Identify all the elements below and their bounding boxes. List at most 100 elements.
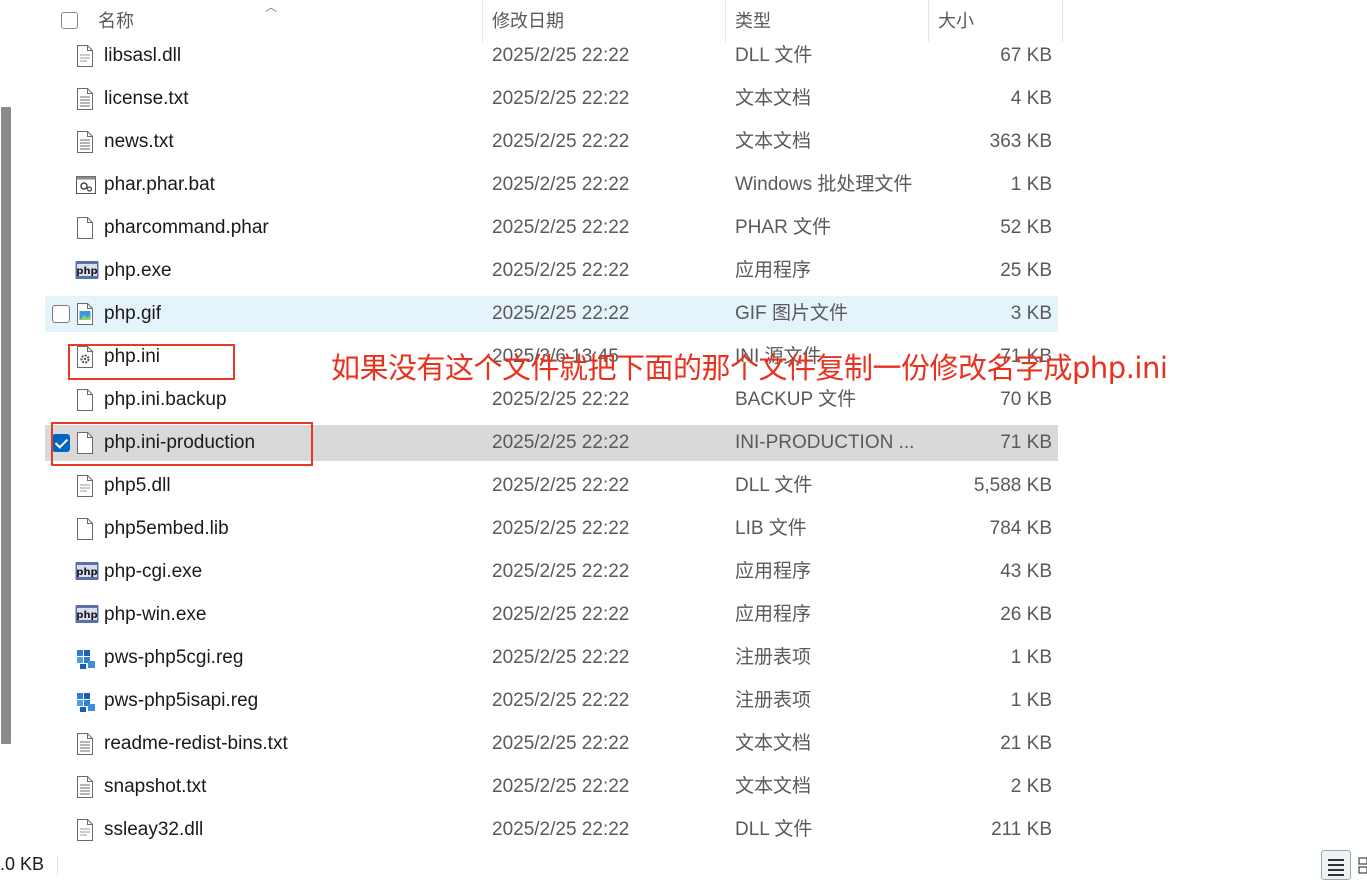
file-size: 3 KB [1010, 303, 1052, 324]
file-size: 784 KB [989, 518, 1052, 539]
file-type: BACKUP 文件 [735, 389, 857, 410]
file-row[interactable]: libsasl.dll 2025/2/25 22:22 DLL 文件 67 KB [45, 38, 1058, 74]
file-size: 1 KB [1010, 690, 1052, 711]
file-date: 2025/2/25 22:22 [492, 647, 630, 668]
svg-text:php: php [76, 266, 97, 277]
php-exe-icon: php [75, 259, 99, 283]
file-row[interactable]: ssleay32.dll 2025/2/25 22:22 DLL 文件 211 KB [45, 812, 1058, 848]
file-row[interactable]: php.ini.backup 2025/2/25 22:22 BACKUP 文件 70… [45, 382, 1058, 418]
file-size: 25 KB [1000, 260, 1052, 281]
file-name: php.gif [104, 303, 162, 324]
file-name: pharcommand.phar [104, 217, 269, 238]
file-size: 43 KB [1000, 561, 1052, 582]
file-name: ssleay32.dll [104, 819, 204, 840]
annotation-text: 如果没有这个文件就把下面的那个文件复制一份修改名字成php.ini [331, 351, 1168, 385]
column-divider[interactable] [928, 0, 929, 42]
file-size: 71 KB [1000, 432, 1052, 453]
file-type: DLL 文件 [735, 475, 813, 496]
php-exe-icon: php [75, 603, 99, 627]
file-name: readme-redist-bins.txt [104, 733, 288, 754]
file-row[interactable]: snapshot.txt 2025/2/25 22:22 文本文档 2 KB [45, 769, 1058, 805]
registry-file-icon [75, 646, 95, 670]
file-date: 2025/2/25 22:22 [492, 690, 630, 711]
file-type: 应用程序 [735, 604, 812, 625]
status-divider [57, 855, 58, 875]
file-row[interactable]: readme-redist-bins.txt 2025/2/25 22:22 文本文… [45, 726, 1058, 762]
file-name: snapshot.txt [104, 776, 207, 797]
file-row[interactable]: php php-cgi.exe 2025/2/25 22:22 应用程序 43 KB [45, 554, 1058, 590]
file-type: INI-PRODUCTION ... [735, 432, 915, 453]
svg-text:php: php [76, 610, 97, 621]
file-date: 2025/2/25 22:22 [492, 776, 630, 797]
file-type: 应用程序 [735, 260, 812, 281]
column-divider[interactable] [482, 0, 483, 42]
file-row[interactable]: php php-win.exe 2025/2/25 22:22 应用程序 26 KB [45, 597, 1058, 633]
file-date: 2025/2/25 22:22 [492, 88, 630, 109]
file-date: 2025/2/25 22:22 [492, 260, 630, 281]
file-date: 2025/2/25 22:22 [492, 303, 630, 324]
registry-file-icon [75, 689, 95, 713]
file-date: 2025/2/25 22:22 [492, 561, 630, 582]
column-divider[interactable] [1062, 0, 1063, 42]
file-size: 26 KB [1000, 604, 1052, 625]
highlight-box-php-ini-production [51, 422, 313, 466]
status-selection-size: .0 KB [0, 854, 45, 874]
file-size: 1 KB [1010, 647, 1052, 668]
batch-file-icon [75, 173, 96, 197]
file-date: 2025/2/25 22:22 [492, 217, 630, 238]
tiles-view-button[interactable] [1357, 850, 1367, 880]
file-type: 文本文档 [735, 776, 812, 797]
file-type: LIB 文件 [735, 518, 807, 539]
file-name: phar.phar.bat [104, 174, 215, 195]
text-file-icon [75, 130, 95, 154]
select-all-checkbox[interactable] [61, 12, 78, 29]
sort-ascending-icon: ︿ [265, 0, 278, 14]
file-row[interactable]: php5embed.lib 2025/2/25 22:22 LIB 文件 784 KB [45, 511, 1058, 547]
file-type: DLL 文件 [735, 45, 813, 66]
file-date: 2025/2/25 22:22 [492, 389, 630, 410]
file-row[interactable]: news.txt 2025/2/25 22:22 文本文档 363 KB [45, 124, 1058, 160]
php-exe-icon: php [75, 560, 99, 584]
file-row[interactable]: phar.phar.bat 2025/2/25 22:22 Windows 批处理文… [45, 167, 1058, 203]
column-header-date[interactable]: 修改日期 [492, 0, 564, 42]
file-row[interactable]: pws-php5isapi.reg 2025/2/25 22:22 注册表项 1 KB [45, 683, 1058, 719]
file-row[interactable]: php php.exe 2025/2/25 22:22 应用程序 25 KB [45, 253, 1058, 289]
file-type: GIF 图片文件 [735, 303, 848, 324]
vertical-scrollbar[interactable] [0, 0, 12, 850]
file-row[interactable]: pws-php5cgi.reg 2025/2/25 22:22 注册表项 1 KB [45, 640, 1058, 676]
file-size: 52 KB [1000, 217, 1052, 238]
file-type: 注册表项 [735, 647, 812, 668]
file-type: 文本文档 [735, 131, 812, 152]
blank-file-icon [75, 388, 95, 412]
file-type: DLL 文件 [735, 819, 813, 840]
column-header-name[interactable]: 名称 [98, 0, 134, 42]
scrollbar-thumb[interactable] [1, 107, 11, 744]
file-name: php-win.exe [104, 604, 207, 625]
file-type: Windows 批处理文件 [735, 174, 913, 195]
file-size: 21 KB [1000, 733, 1052, 754]
dll-file-icon [75, 818, 95, 842]
file-type: PHAR 文件 [735, 217, 832, 238]
file-row[interactable]: pharcommand.phar 2025/2/25 22:22 PHAR 文件 52… [45, 210, 1058, 246]
file-size: 70 KB [1000, 389, 1052, 410]
file-row[interactable]: license.txt 2025/2/25 22:22 文本文档 4 KB [45, 81, 1058, 117]
file-name: php5.dll [104, 475, 171, 496]
row-checkbox[interactable] [52, 305, 70, 323]
column-header-type[interactable]: 类型 [735, 0, 771, 42]
file-row[interactable]: php5.dll 2025/2/25 22:22 DLL 文件 5,588 KB [45, 468, 1058, 504]
column-header-size[interactable]: 大小 [938, 0, 974, 42]
file-size: 67 KB [1000, 45, 1052, 66]
column-divider[interactable] [725, 0, 726, 42]
file-size: 2 KB [1010, 776, 1052, 797]
file-date: 2025/2/25 22:22 [492, 733, 630, 754]
file-size: 5,588 KB [973, 475, 1052, 496]
file-date: 2025/2/25 22:22 [492, 604, 630, 625]
file-name: pws-php5isapi.reg [104, 690, 259, 711]
file-date: 2025/2/25 22:22 [492, 819, 630, 840]
file-size: 363 KB [989, 131, 1052, 152]
file-name: libsasl.dll [104, 45, 182, 66]
text-file-icon [75, 732, 95, 756]
file-row[interactable]: php.gif 2025/2/25 22:22 GIF 图片文件 3 KB [45, 296, 1058, 332]
details-view-button[interactable] [1321, 850, 1351, 880]
svg-text:php: php [76, 567, 97, 578]
